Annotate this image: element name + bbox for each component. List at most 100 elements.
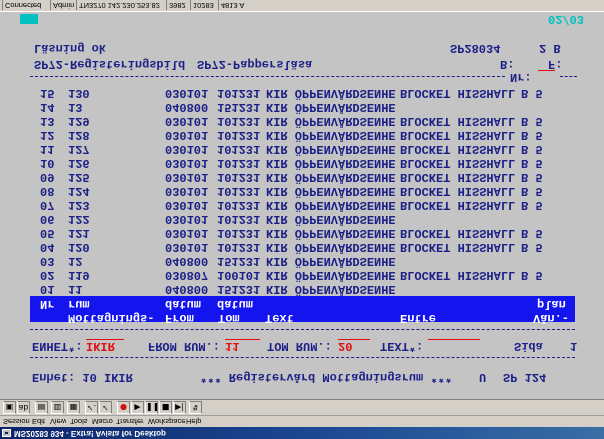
pause-icon[interactable]: ❚❚ — [145, 401, 158, 414]
col-header-text: Text — [265, 311, 294, 325]
row-plan-cell: B 5 — [521, 198, 543, 212]
terminal-screen[interactable]: Enhet: 10 IKIR *** Registervård Mottagni… — [0, 12, 604, 399]
row-tom-cell: 101231 — [217, 184, 261, 198]
table-row[interactable]: 12 128 030101 101231 KIR ÖPPENVÅRDSENHE BLOCK… — [0, 128, 604, 142]
table-row[interactable]: 09 125 030101 101231 KIR ÖPPENVÅRDSENHE BLOCK… — [0, 170, 604, 184]
from-room-field[interactable]: 11 — [225, 339, 260, 353]
row-from-cell: 030101 — [165, 114, 209, 128]
table-row[interactable]: 03 12 040800 151231 KIR ÖPPENVÅRDSENHE — [0, 254, 604, 268]
text-label: TEXT*: — [380, 339, 424, 353]
session-icon[interactable]: ▣ — [3, 401, 16, 414]
record-icon[interactable]: ● — [117, 401, 130, 414]
play-icon[interactable]: ▶ — [131, 401, 144, 414]
row-from-cell: 030101 — [165, 142, 209, 156]
menu-session[interactable]: Session — [3, 416, 30, 427]
app-icon — [2, 429, 11, 437]
table-row[interactable]: 13 129 030101 101231 KIR ÖPPENVÅRDSENHE BLOCK… — [0, 114, 604, 128]
table-row[interactable]: 07 123 030101 101231 KIR ÖPPENVÅRDSENHE BLOCK… — [0, 198, 604, 212]
program-id: SP 124 — [503, 370, 547, 384]
menu-workspace[interactable]: Workspace — [148, 416, 185, 427]
row-plan-cell: B 5 — [521, 240, 543, 254]
table-row[interactable]: 11 127 030101 101231 KIR ÖPPENVÅRDSENHE BLOCK… — [0, 142, 604, 156]
col-header-floor-2: plan — [537, 297, 566, 311]
menu-view[interactable]: View — [50, 416, 66, 427]
check-all-icon[interactable]: ✓ — [99, 401, 112, 414]
row-from-cell: 030101 — [165, 170, 209, 184]
row-tom-cell: 100101 — [217, 268, 261, 282]
screen-page: 2 B — [539, 41, 561, 55]
menu-tools[interactable]: Tools — [70, 416, 88, 427]
row-entre-cell: BLOCKET HISSHALL — [400, 170, 516, 184]
unit-heading: Enhet: 10 IKIR — [32, 370, 133, 384]
row-entre-cell: BLOCKET HISSHALL — [400, 226, 516, 240]
row-nr-cell: 01 — [40, 282, 55, 296]
row-tom-cell: 101231 — [217, 156, 261, 170]
row-text-cell: KIR ÖPPENVÅRDSENHE — [266, 198, 396, 212]
stop-icon[interactable]: ■ — [159, 401, 172, 414]
row-entre-cell: BLOCKET HISSHALL — [400, 156, 516, 170]
title-bar: MS20283 934 - Extra! Avista for Desktop — [0, 427, 604, 439]
separator-line — [560, 76, 577, 77]
mode-indicator: U — [479, 370, 487, 384]
page-number: 1 — [570, 339, 578, 353]
table-row[interactable]: 04 120 030101 101231 KIR ÖPPENVÅRDSENHE BLOCK… — [0, 240, 604, 254]
row-text-cell: KIR ÖPPENVÅRDSENHE — [266, 142, 396, 156]
text-field[interactable] — [428, 339, 480, 353]
row-text-cell: KIR ÖPPENVÅRDSENHE — [266, 170, 396, 184]
menu-help[interactable]: Help — [186, 416, 201, 427]
connect-icon[interactable]: ↯ — [189, 401, 202, 414]
copy-icon[interactable]: ▤ — [35, 401, 48, 414]
col-header-tom: Tom — [218, 311, 240, 325]
print-icon[interactable]: ▦ — [67, 401, 80, 414]
font-icon[interactable]: ab — [17, 401, 30, 414]
table-row[interactable]: 06 122 030101 101231 KIR ÖPPENVÅRDSENHE — [0, 212, 604, 226]
row-tom-cell: 101231 — [217, 114, 261, 128]
row-nr-cell: 11 — [40, 142, 55, 156]
to-room-field[interactable]: 20 — [338, 339, 370, 353]
row-from-cell: 040800 — [165, 100, 209, 114]
row-from-cell: 030101 — [165, 198, 209, 212]
row-plan-cell: B 5 — [521, 226, 543, 240]
row-nr-cell: 13 — [40, 114, 55, 128]
keyboard-status-indicator — [20, 14, 38, 24]
row-tom-cell: 151231 — [217, 100, 261, 114]
row-from-cell: 030807 — [165, 268, 209, 282]
table-row[interactable]: 10 126 030101 101231 KIR ÖPPENVÅRDSENHE BLOCK… — [0, 156, 604, 170]
table-row[interactable]: 02 119 030807 100101 KIR ÖPPENVÅRDSENHE BLOCK… — [0, 268, 604, 282]
f-label: F: — [548, 57, 563, 71]
row-rum-cell: 119 — [68, 268, 90, 282]
unit-field[interactable]: IKIR — [86, 339, 124, 353]
row-nr-cell: 05 — [40, 226, 55, 240]
row-entre-cell: BLOCKET HISSHALL — [400, 128, 516, 142]
unit-label: ENHET*: — [32, 339, 83, 353]
table-row[interactable]: 08 124 030101 101231 KIR ÖPPENVÅRDSENHE BLOCK… — [0, 184, 604, 198]
row-text-cell: KIR ÖPPENVÅRDSENHE — [266, 268, 396, 282]
table-row[interactable]: 14 13 040800 151231 KIR ÖPPENVÅRDSENHE — [0, 100, 604, 114]
col-header-entre: Entre — [400, 311, 437, 325]
row-entre-cell: BLOCKET HISSHALL — [400, 198, 516, 212]
nr-label: Nr: — [510, 70, 532, 84]
row-plan-cell: B 5 — [521, 156, 543, 170]
row-nr-cell: 08 — [40, 184, 55, 198]
table-row[interactable]: 05 121 030101 101231 KIR ÖPPENVÅRDSENHE BLOCK… — [0, 226, 604, 240]
row-text-cell: KIR ÖPPENVÅRDSENHE — [266, 114, 396, 128]
table-row[interactable]: 15 130 030101 101231 KIR ÖPPENVÅRDSENHE BLOCK… — [0, 86, 604, 100]
menu-transfer[interactable]: Transfer — [116, 416, 144, 427]
status-session: 10283 — [190, 0, 218, 10]
menu-edit[interactable]: Edit — [32, 416, 45, 427]
row-entre-cell: BLOCKET HISSHALL — [400, 268, 516, 282]
status-connection: Connected — [2, 0, 50, 10]
row-tom-cell: 151231 — [217, 282, 261, 296]
row-entre-cell: BLOCKET HISSHALL — [400, 240, 516, 254]
nr-field[interactable] — [538, 70, 555, 84]
toolbar: ▣ab ▤▥▦ ✓.✓ ●▶❚❚■▶|↯ — [0, 399, 604, 415]
row-rum-cell: 127 — [68, 142, 90, 156]
menu-macro[interactable]: Macro — [92, 416, 113, 427]
step-icon[interactable]: ▶| — [173, 401, 186, 414]
row-tom-cell: 101231 — [217, 212, 261, 226]
row-text-cell: KIR ÖPPENVÅRDSENHE — [266, 100, 396, 114]
paste-icon[interactable]: ▥ — [51, 401, 64, 414]
row-rum-cell: 120 — [68, 240, 90, 254]
check-icon[interactable]: ✓. — [85, 401, 98, 414]
table-row[interactable]: 01 11 040800 151231 KIR ÖPPENVÅRDSENHE — [0, 282, 604, 296]
